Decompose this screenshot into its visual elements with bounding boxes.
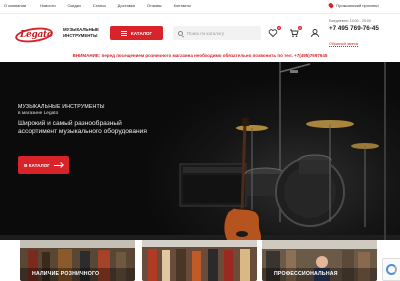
hero-description: Широкий и самый разнообразный ассортимен…: [18, 120, 147, 135]
warning-banner: ВНИМАНИЕ: перед посещением розничного ма…: [0, 52, 400, 62]
search-placeholder: Поиск по каталогу: [187, 30, 225, 36]
card-store[interactable]: [142, 240, 257, 281]
card-retail[interactable]: Наличие розничного: [20, 240, 135, 281]
card-professional-title: Профессиональная: [274, 271, 338, 277]
burger-icon: [120, 30, 127, 36]
arrow-right-icon: [53, 164, 63, 166]
tagline: Музыкальные инструменты: [63, 27, 99, 38]
phone-number[interactable]: +7 495 769-76-45: [329, 25, 399, 32]
search-input[interactable]: Поиск по каталогу: [173, 26, 261, 40]
hero-catalog-button[interactable]: В каталог: [18, 156, 69, 174]
nav-discounts-link[interactable]: Скидки: [68, 3, 81, 8]
heart-icon: [268, 29, 278, 38]
nav-contacts-link[interactable]: Контакты: [174, 3, 191, 8]
card-professional[interactable]: Профессиональная: [262, 240, 377, 281]
callback-link[interactable]: Обратный звонок: [329, 42, 359, 47]
logo[interactable]: Legato: [14, 25, 55, 45]
user-icon: [311, 29, 319, 38]
hero-kicker: Музыкальные инструменты: [18, 104, 105, 110]
hero-subtitle: в магазине Legato: [18, 111, 59, 116]
nav-reviews-link[interactable]: Отзывы: [147, 3, 162, 8]
cart-icon: [290, 29, 299, 37]
account-button[interactable]: [310, 28, 320, 38]
header: Legato Музыкальные инструменты Каталог П…: [0, 14, 400, 52]
contact-block: Ежедневно: 10:00 - 20:00 +7 495 769-76-4…: [329, 19, 399, 50]
category-cards: Наличие розничного Профессиональн: [0, 240, 400, 281]
hero-text: Музыкальные инструменты в магазине Legat…: [18, 104, 168, 136]
working-hours: Ежедневно: 10:00 - 20:00: [329, 19, 371, 23]
catalog-button-label: Каталог: [130, 30, 153, 36]
favorites-count: 0: [277, 26, 281, 30]
favorites-button[interactable]: 0: [268, 26, 281, 38]
nav-about-link[interactable]: О компании: [4, 3, 26, 8]
cart-count: 0: [298, 26, 302, 30]
nav-articles-link[interactable]: Статьи: [93, 3, 106, 8]
nav-news-link[interactable]: Новости: [40, 3, 55, 8]
nav-delivery-link[interactable]: Доставка: [118, 3, 135, 8]
store-address-text: Прокшинский проспект: [336, 3, 379, 8]
top-bar: О компании Новости Скидки Статьи Доставк…: [0, 0, 400, 14]
card-store-image: [142, 240, 257, 281]
search-icon: [178, 30, 183, 36]
location-pin-icon: [328, 2, 335, 9]
logo-text: Legato: [20, 30, 53, 40]
top-nav: О компании Новости Скидки Статьи Доставк…: [4, 3, 203, 8]
cart-button[interactable]: 0: [289, 26, 302, 38]
card-retail-title: Наличие розничного: [32, 271, 100, 277]
catalog-button[interactable]: Каталог: [110, 26, 163, 40]
recaptcha-badge[interactable]: [382, 258, 400, 281]
recaptcha-icon: [386, 264, 397, 275]
store-address[interactable]: Прокшинский проспект: [328, 2, 379, 9]
hero-catalog-button-label: В каталог: [24, 162, 50, 168]
